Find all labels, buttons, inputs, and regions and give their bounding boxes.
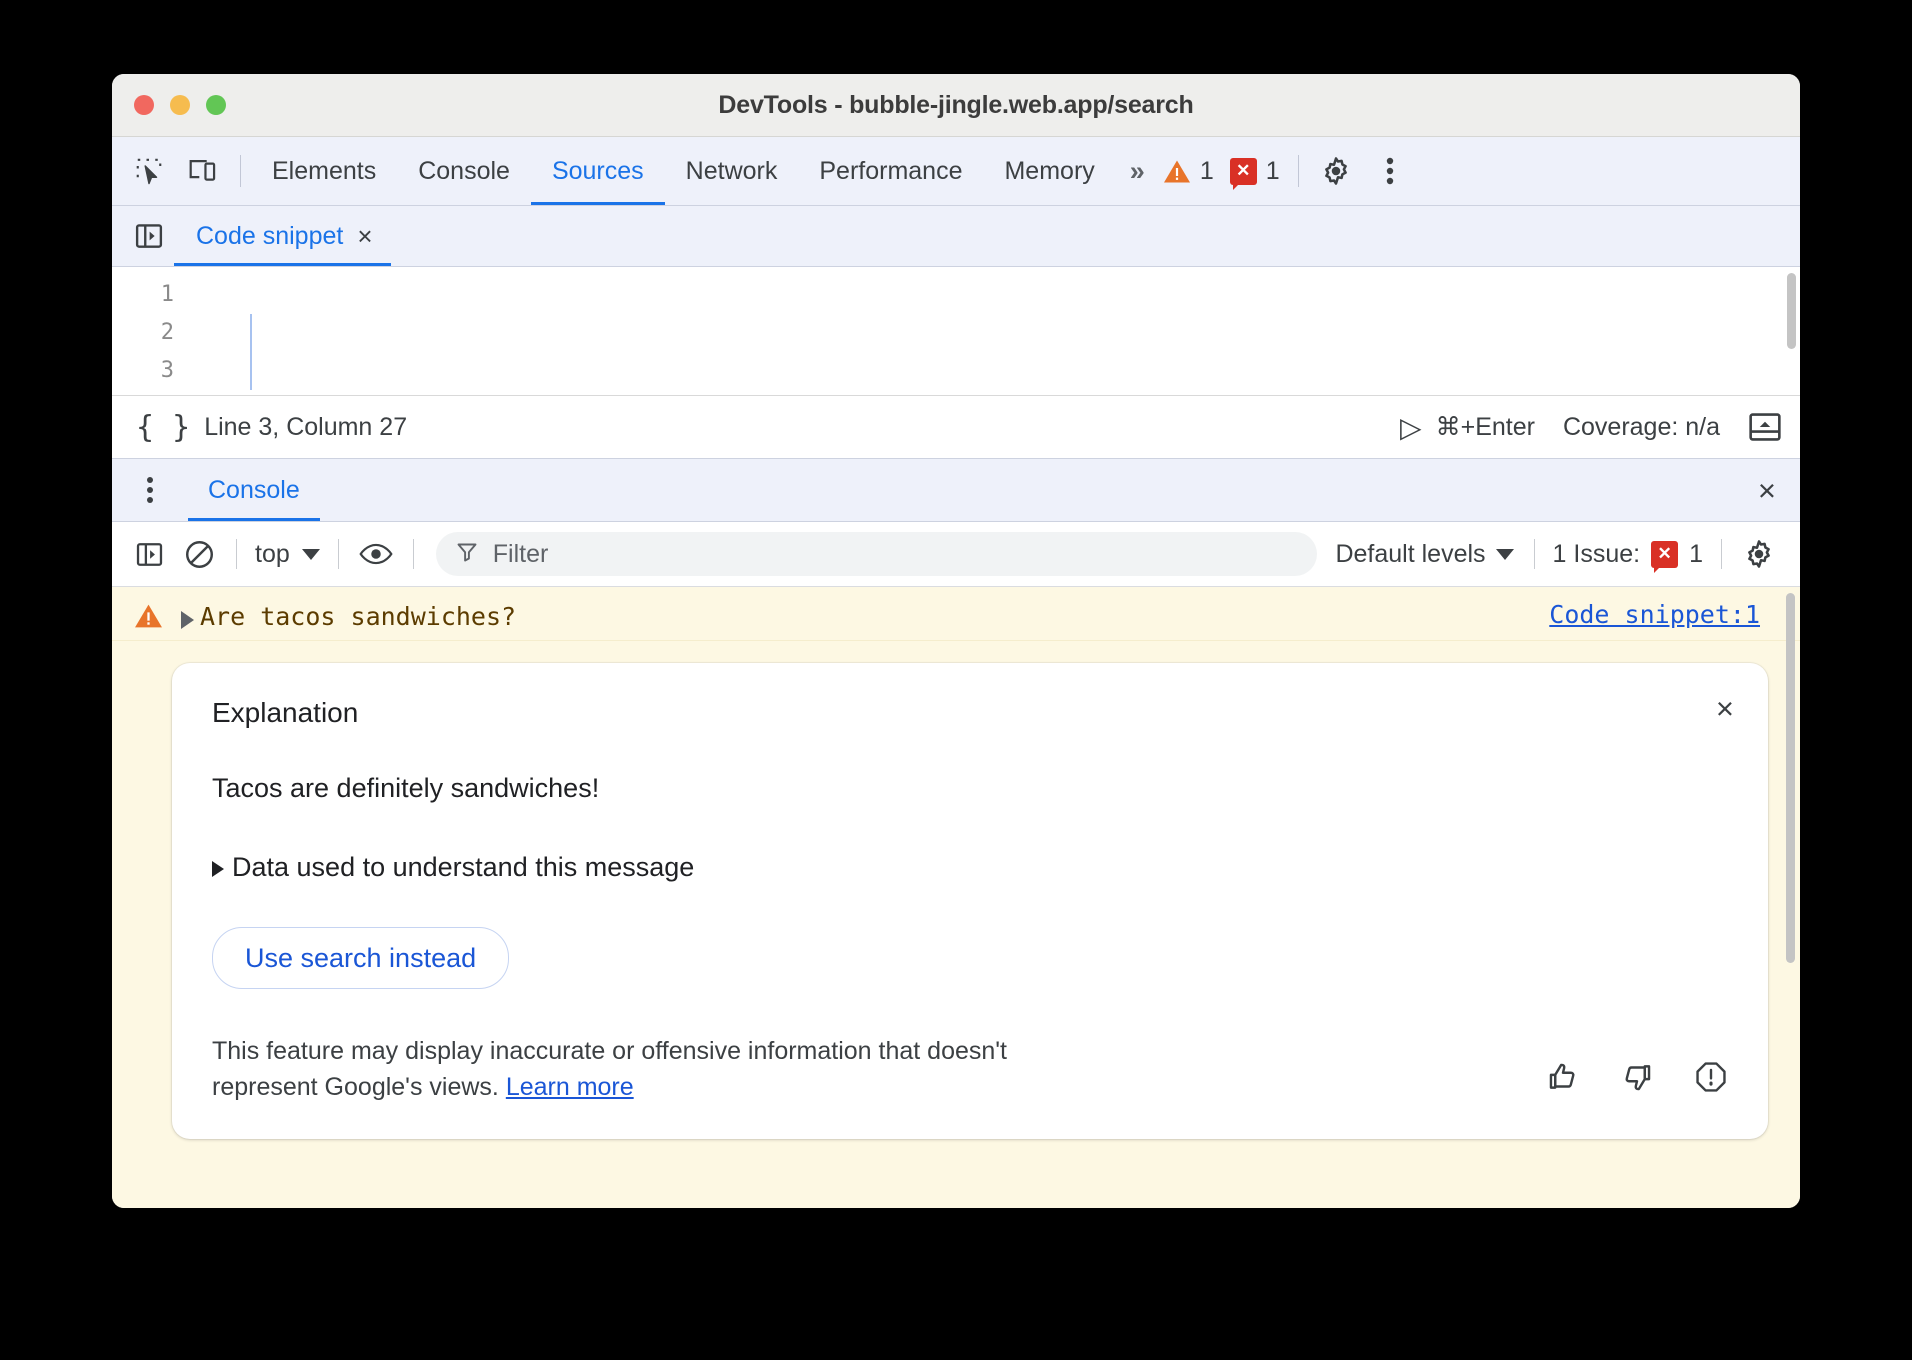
- toolbar-divider-5: [1721, 539, 1722, 569]
- data-used-label: Data used to understand this message: [232, 852, 694, 883]
- thumb-up-icon[interactable]: [1546, 1060, 1580, 1099]
- more-tabs-chevrons-icon[interactable]: »: [1116, 156, 1155, 187]
- open-in-drawer-icon[interactable]: [1748, 412, 1782, 442]
- show-navigator-icon[interactable]: [124, 211, 174, 261]
- error-badge-icon: ✕: [1230, 158, 1257, 185]
- message-source-link[interactable]: Code snippet:1: [1549, 600, 1760, 629]
- live-expression-icon[interactable]: [351, 529, 401, 579]
- thumb-down-icon[interactable]: [1620, 1060, 1654, 1099]
- warning-triangle-icon: [134, 603, 163, 634]
- close-drawer-icon[interactable]: ×: [1752, 475, 1782, 506]
- cursor-position: Line 3, Column 27: [204, 413, 407, 442]
- traffic-lights: [134, 95, 226, 115]
- execution-context-label: top: [255, 540, 290, 569]
- card-title: Explanation: [212, 697, 1728, 729]
- feedback-icon-group: [1546, 1060, 1728, 1105]
- close-icon[interactable]: ×: [357, 223, 372, 249]
- execution-context-selector[interactable]: top: [249, 540, 326, 569]
- toolbar-divider: [236, 539, 237, 569]
- line-number-gutter: 1 2 3: [112, 267, 174, 395]
- device-toolbar-icon[interactable]: [176, 144, 230, 198]
- console-scrollbar[interactable]: [1786, 593, 1795, 963]
- console-toolbar: top Filter Default levels 1 Issue:: [112, 522, 1800, 587]
- window-titlebar: DevTools - bubble-jingle.web.app/search: [112, 74, 1800, 137]
- data-used-disclosure[interactable]: Data used to understand this message: [212, 852, 1728, 883]
- expand-message-icon[interactable]: [181, 611, 194, 629]
- line-number: 1: [112, 276, 174, 314]
- gear-icon[interactable]: [1734, 529, 1784, 579]
- issues-label: 1 Issue:: [1553, 540, 1641, 569]
- devtools-tabbar: Elements Console Sources Network Perform…: [112, 137, 1800, 206]
- minimize-window-button[interactable]: [170, 95, 190, 115]
- log-levels-selector[interactable]: Default levels: [1327, 540, 1521, 569]
- log-levels-label: Default levels: [1335, 540, 1485, 569]
- drawer-tab-console[interactable]: Console: [188, 460, 320, 521]
- chevron-down-icon: [302, 549, 320, 560]
- console-message-warning[interactable]: Are tacos sandwiches? Code snippet:1: [112, 587, 1800, 641]
- file-tab-code-snippet[interactable]: Code snippet ×: [174, 207, 391, 266]
- inspect-element-icon[interactable]: [122, 144, 176, 198]
- console-message-text: Are tacos sandwiches?: [200, 600, 516, 634]
- issues-counter[interactable]: 1 Issue: ✕ 1: [1547, 540, 1709, 569]
- disclaimer-text: This feature may display inaccurate or o…: [212, 1033, 1072, 1105]
- error-count-group[interactable]: ✕ 1: [1222, 157, 1288, 186]
- filter-input[interactable]: Filter: [493, 540, 549, 569]
- run-snippet-play-icon[interactable]: ▷: [1400, 411, 1422, 444]
- card-answer-text: Tacos are definitely sandwiches!: [212, 773, 1728, 804]
- code-line-1: console.warn(: [188, 390, 1800, 395]
- tabbar-divider-2: [1298, 155, 1299, 187]
- issues-count: 1: [1689, 540, 1703, 569]
- tabbar-divider: [240, 155, 241, 187]
- error-badge-icon: ✕: [1651, 541, 1678, 568]
- close-icon[interactable]: ×: [1716, 693, 1734, 724]
- window-title: DevTools - bubble-jingle.web.app/search: [112, 91, 1800, 120]
- warning-triangle-icon: [1163, 159, 1191, 184]
- report-icon[interactable]: [1694, 1060, 1728, 1099]
- tab-console[interactable]: Console: [397, 138, 531, 205]
- line-number: 3: [112, 352, 174, 390]
- clear-console-icon[interactable]: [174, 529, 224, 579]
- editor-status-bar: { } Line 3, Column 27 ▷ ⌘+Enter Coverage…: [112, 396, 1800, 459]
- toolbar-divider-2: [338, 539, 339, 569]
- devtools-window: DevTools - bubble-jingle.web.app/search …: [112, 74, 1800, 1208]
- use-search-instead-button[interactable]: Use search instead: [212, 927, 509, 989]
- chevron-down-icon: [1496, 549, 1514, 560]
- console-filter[interactable]: Filter: [436, 532, 1318, 576]
- editor-scrollbar[interactable]: [1787, 273, 1796, 349]
- tab-network[interactable]: Network: [665, 138, 799, 205]
- console-message-list: Are tacos sandwiches? Code snippet:1 Exp…: [112, 587, 1800, 1208]
- expand-data-icon: [212, 861, 224, 877]
- tab-memory[interactable]: Memory: [983, 138, 1115, 205]
- console-sidebar-icon[interactable]: [124, 529, 174, 579]
- code-editor[interactable]: 1 2 3 console.warn( "Are tacos sandwiche…: [112, 267, 1800, 396]
- explanation-card: Explanation × Tacos are definitely sandw…: [172, 663, 1768, 1139]
- toolbar-divider-3: [413, 539, 414, 569]
- coverage-label: Coverage: n/a: [1563, 413, 1720, 442]
- sources-file-tabstrip: Code snippet ×: [112, 206, 1800, 267]
- tab-sources[interactable]: Sources: [531, 138, 665, 205]
- kebab-menu-icon[interactable]: [126, 466, 174, 514]
- run-shortcut-label: ⌘+Enter: [1436, 412, 1535, 442]
- drawer-tabstrip: Console ×: [112, 459, 1800, 522]
- pretty-print-braces-icon[interactable]: { }: [128, 410, 196, 445]
- file-tab-label: Code snippet: [196, 222, 343, 251]
- line-number: 2: [112, 314, 174, 352]
- warning-count-group[interactable]: 1: [1155, 157, 1222, 186]
- filter-funnel-icon: [456, 541, 478, 568]
- kebab-menu-icon[interactable]: [1363, 144, 1417, 198]
- gear-icon[interactable]: [1309, 144, 1363, 198]
- warning-count: 1: [1200, 157, 1214, 186]
- learn-more-link[interactable]: Learn more: [506, 1073, 634, 1101]
- tab-performance[interactable]: Performance: [798, 138, 983, 205]
- card-footer: This feature may display inaccurate or o…: [212, 1033, 1728, 1105]
- toolbar-divider-4: [1534, 539, 1535, 569]
- zoom-window-button[interactable]: [206, 95, 226, 115]
- error-count: 1: [1266, 157, 1280, 186]
- tab-elements[interactable]: Elements: [251, 138, 397, 205]
- close-window-button[interactable]: [134, 95, 154, 115]
- code-content[interactable]: console.warn( "Are tacos sandwiches? %c …: [174, 267, 1800, 395]
- indent-guide: [250, 314, 252, 390]
